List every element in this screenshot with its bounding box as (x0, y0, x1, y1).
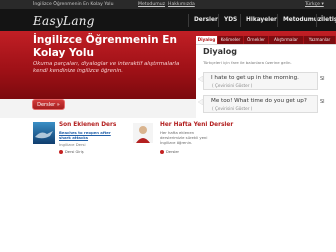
dialog-line-1: I hate to get up in the morning. (211, 75, 299, 81)
panel-subtitle: Türkçeleri için fare ile balonlara üzeri… (203, 60, 292, 65)
weekly-lessons-button-label: Dersler (166, 150, 180, 154)
tab-words[interactable]: Kelimeler (218, 36, 244, 44)
top-bar: İngilizce Öğrenmenin En Kolay Yolu Metod… (0, 0, 336, 9)
nav-divider (316, 14, 317, 27)
tab-exercises[interactable]: Alıştırmalar (269, 36, 304, 44)
nav-divider (218, 14, 219, 27)
dialog-bubble-2[interactable]: Me too! What time do you get up? ( Çevir… (198, 95, 318, 113)
tab-dialog[interactable]: Diyalog (196, 36, 218, 44)
latest-lesson-button-label: Dersi Giriş (65, 150, 84, 154)
show-translation-1[interactable]: ( Çevirisini Göster ) (212, 83, 252, 88)
dialog-bubble-1[interactable]: I hate to get up in the morning. ( Çevir… (198, 72, 318, 90)
bullet-icon (160, 150, 164, 154)
top-tagline: İngilizce Öğrenmenin En Kolay Yolu (33, 2, 114, 7)
nav-item-contact[interactable]: İletişim (321, 16, 336, 24)
show-translation-2[interactable]: ( Çevirisini Göster ) (212, 106, 252, 111)
hero-title: İngilizce Öğrenmenin En Kolay Yolu (33, 34, 177, 59)
weekly-lessons-title: Her Hafta Yeni Dersler (160, 122, 234, 128)
nav-item-lessons[interactable]: Dersler (194, 16, 218, 24)
nav-divider (188, 14, 189, 27)
nav-item-stories[interactable]: Hikayeler (246, 16, 277, 24)
top-link-about[interactable]: Hakkımızda (168, 1, 195, 8)
nav-divider (240, 14, 241, 27)
latest-lesson-title: Son Eklenen Ders (59, 122, 117, 128)
weekly-lessons-button[interactable]: Dersler (160, 149, 179, 155)
site-logo[interactable]: EasyLang (33, 12, 103, 30)
hero-description: Okuma parçaları, diyaloglar ve interakti… (33, 61, 180, 75)
nav-item-yds[interactable]: YDS (224, 16, 237, 24)
top-link-method[interactable]: Metodumuz (138, 1, 165, 8)
language-selector[interactable]: Türkçe ▾ (305, 1, 324, 8)
tab-writing[interactable]: Yazmanlar (304, 36, 336, 44)
latest-lesson-link[interactable]: Beaches to reopen after shark attacks (59, 130, 117, 140)
weekly-lessons-text: Her hafta eklenen derslerimizle sürekli … (160, 130, 208, 145)
person-thumbnail (133, 123, 153, 143)
speaker-label-1: Sl (320, 76, 325, 82)
speaker-label-2: Sl (320, 99, 325, 105)
bubble-pointer-icon (198, 76, 203, 82)
bullet-icon (59, 150, 63, 154)
dialog-line-2: Me too! What time do you get up? (211, 98, 307, 104)
lessons-button[interactable]: Dersler » (32, 99, 65, 110)
bubble-pointer-icon (198, 99, 203, 105)
lesson-thumbnail[interactable] (33, 122, 55, 144)
nav-divider (277, 14, 278, 27)
panel-tabs: Diyalog Kelimeler Örnekler Alıştırmalar … (196, 36, 336, 44)
latest-lesson-subtitle: Ingilizce Dersi (59, 142, 86, 147)
latest-lesson-button[interactable]: Dersi Giriş (59, 149, 84, 155)
tab-examples[interactable]: Örnekler (244, 36, 269, 44)
panel-title: Diyalog (203, 47, 237, 56)
